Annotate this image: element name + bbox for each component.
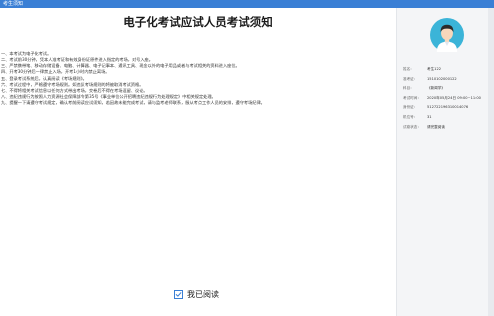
candidate-info-panel: 姓名： 考生122 准考证： 1510102000122 科目： 《新闻学》 考… [396, 8, 489, 316]
page-title: 电子化考试应试人员考试须知 [123, 15, 273, 29]
info-label: 身份证： [403, 105, 418, 110]
info-label: 姓名： [403, 67, 414, 71]
rule-item: 九、提醒一下请遵守考试规定，确认考前阅读应试须知，若因故未能完成考试，请与监考老… [1, 100, 265, 106]
info-row-id-card: 身份证： 512722196310014076 [403, 103, 489, 113]
exam-app: 考生须知 电子化考试应试人员考试须知 一、本考试为电子化考试。 二、考试前30分… [0, 0, 494, 316]
checkmark-icon [175, 291, 182, 297]
info-label: 科目： [403, 86, 414, 91]
info-value: 《新闻学》 [427, 86, 445, 91]
info-value: 1510102000122 [427, 76, 457, 81]
info-value: 考生122 [427, 67, 442, 71]
read-confirm[interactable]: 我已阅读 [174, 288, 219, 300]
info-row-seat: 机位号： 31 [403, 113, 489, 123]
candidate-info-list: 姓名： 考生122 准考证： 1510102000122 科目： 《新闻学》 考… [403, 65, 489, 132]
read-checkbox[interactable] [174, 289, 183, 299]
info-row-ticket: 准考证： 1510102000122 [403, 75, 489, 85]
info-label: 准考证： [403, 76, 418, 81]
info-value: 512722196310014076 [427, 105, 469, 110]
info-row-name: 姓名： 考生122 [403, 65, 489, 75]
right-scroll-gutter [488, 8, 494, 316]
info-value: 请完整阅读 [427, 124, 445, 129]
info-row-exam-time: 考试时间： 2020年05月24日 09:00~11:00 [403, 94, 489, 104]
info-value: 2020年05月24日 09:00~11:00 [427, 95, 481, 100]
info-value: 31 [427, 114, 432, 119]
title-bar: 考生须知 [0, 0, 494, 8]
info-row-paper-status: 试卷状态： 请完整阅读 [403, 123, 489, 133]
user-avatar-icon [430, 18, 464, 52]
rules-list: 一、本考试为电子化考试。 二、考试前30分钟，凭本人准考证和有效身份证原件进入指… [1, 51, 391, 106]
info-label: 机位号： [403, 114, 418, 119]
notice-panel: 电子化考试应试人员考试须知 一、本考试为电子化考试。 二、考试前30分钟，凭本人… [0, 8, 396, 316]
window-title: 考生须知 [3, 1, 24, 7]
info-label: 考试时间： [403, 95, 421, 100]
read-checkbox-label[interactable]: 我已阅读 [187, 289, 219, 300]
info-label: 试卷状态： [403, 124, 421, 129]
info-row-subject: 科目： 《新闻学》 [403, 84, 489, 94]
